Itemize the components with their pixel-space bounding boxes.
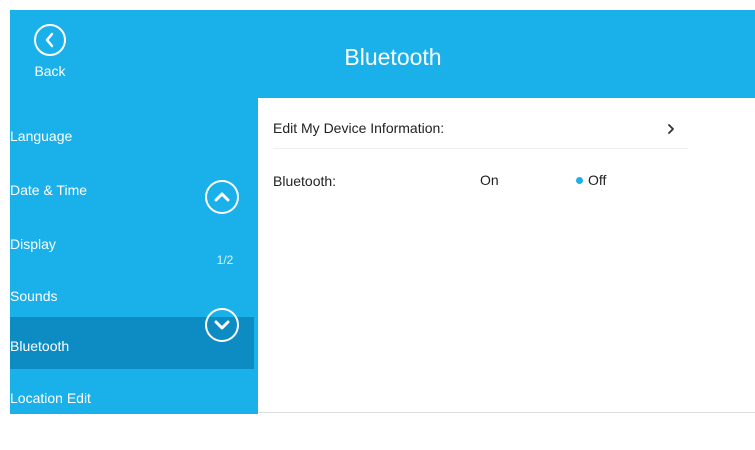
radio-unselected-dot: [468, 177, 475, 184]
edit-device-info-label: Edit My Device Information:: [273, 120, 445, 136]
chevron-down-icon: [214, 320, 230, 330]
phone-screen: Back Bluetooth Language Date & Time Disp…: [0, 0, 755, 450]
sidebar-item-label: Language: [10, 128, 73, 144]
row-divider: [273, 148, 688, 149]
content-bottom-divider: [258, 412, 755, 413]
sidebar-item-label: Sounds: [10, 288, 58, 304]
scroll-up-button[interactable]: [205, 180, 239, 214]
header-bar: Back Bluetooth: [10, 10, 755, 98]
page-indicator: 1/2: [216, 253, 234, 267]
back-button[interactable]: Back: [28, 24, 72, 94]
back-icon: [34, 24, 66, 56]
settings-frame: Back Bluetooth Language Date & Time Disp…: [10, 10, 755, 450]
edit-device-info-row[interactable]: Edit My Device Information:: [258, 98, 755, 148]
chevron-up-icon: [214, 192, 230, 202]
footer-area: [10, 414, 755, 450]
radio-selected-dot: [576, 177, 583, 184]
page-title: Bluetooth: [344, 44, 442, 70]
sidebar-item-label: Location Edit: [10, 390, 91, 406]
scroll-down-button[interactable]: [205, 308, 239, 342]
sidebar-item-label: Date & Time: [10, 182, 88, 198]
bluetooth-label: Bluetooth:: [273, 173, 337, 189]
chevron-right-icon: [668, 124, 674, 134]
sidebar-item-label: Bluetooth: [10, 338, 70, 354]
radio-label: On: [480, 172, 499, 188]
back-label: Back: [34, 63, 66, 79]
content-panel: Edit My Device Information: Bluetooth: O…: [258, 98, 755, 414]
sidebar-item-label: Display: [10, 236, 56, 252]
sidebar-item-language[interactable]: Language: [10, 98, 254, 150]
sidebar: Language Date & Time Display Sounds Blue…: [10, 98, 258, 414]
radio-label: Off: [588, 172, 607, 188]
